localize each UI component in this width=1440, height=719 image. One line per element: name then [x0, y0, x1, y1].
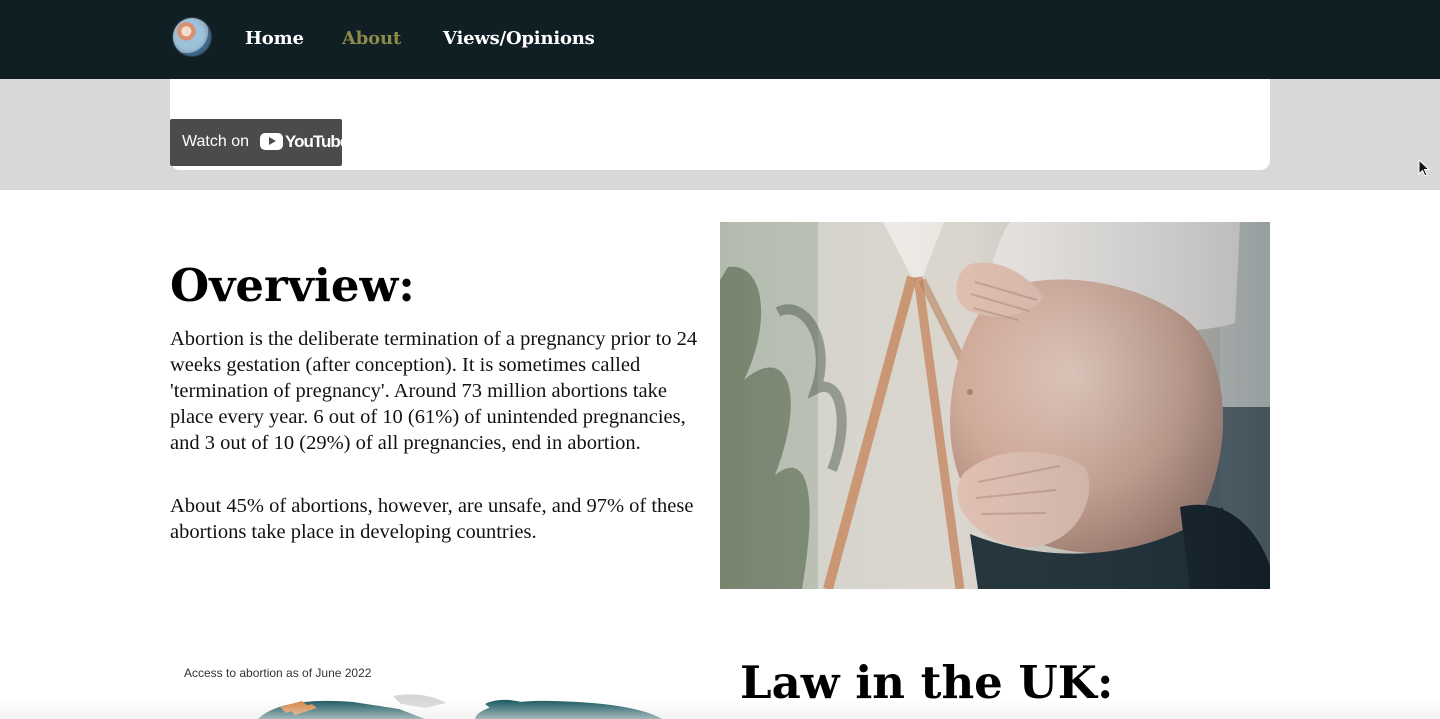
watch-on-label: Watch on: [182, 133, 249, 150]
fetus-globe-logo-icon[interactable]: [173, 18, 211, 56]
video-section: Watch on YouTube: [0, 79, 1440, 190]
overview-paragraph-1: Abortion is the deliberate termination o…: [170, 328, 698, 454]
nav-home-link[interactable]: Home: [245, 28, 304, 50]
nav-views-opinions-link[interactable]: Views/Opinions: [443, 28, 595, 50]
mouse-pointer-icon: [1418, 159, 1430, 177]
overview-heading: Overview:: [170, 259, 415, 312]
abortion-access-map-caption: Access to abortion as of June 2022: [184, 666, 372, 680]
youtube-play-icon: [260, 133, 283, 150]
youtube-wordmark: YouTube: [285, 132, 349, 151]
pregnancy-photo: [720, 222, 1270, 589]
top-navigation: Home About Views/Opinions: [0, 0, 1440, 79]
nav-about-link[interactable]: About: [342, 28, 401, 50]
overview-paragraph-2: About 45% of abortions, however, are uns…: [170, 495, 694, 543]
bottom-fade-overlay: [0, 700, 1440, 719]
pregnancy-photo-illustration: [720, 222, 1270, 589]
watch-on-youtube-button[interactable]: Watch on YouTube: [170, 119, 349, 166]
